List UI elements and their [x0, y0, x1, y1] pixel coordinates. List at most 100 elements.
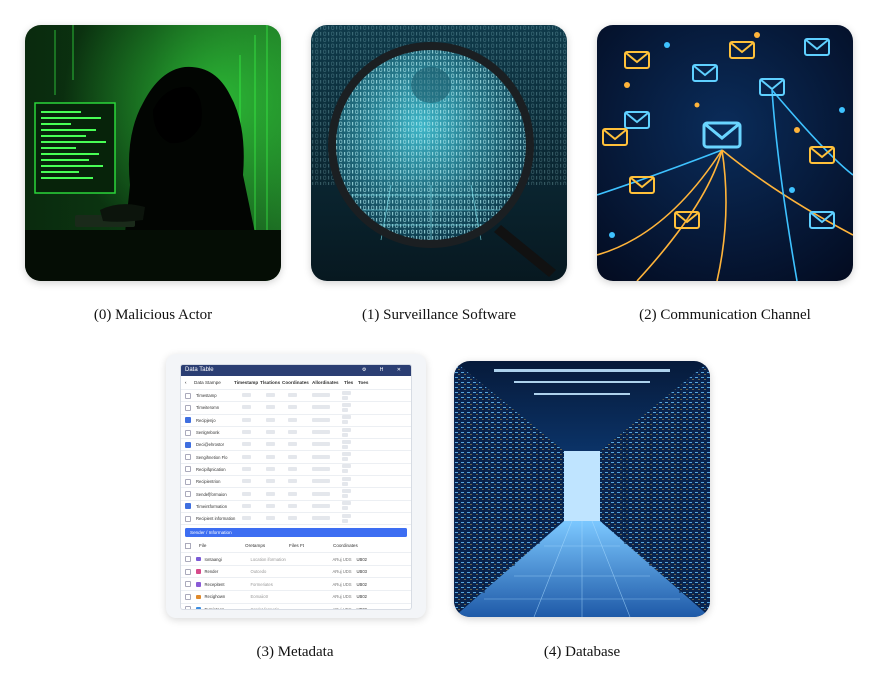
row-cell-placeholder [342, 390, 360, 401]
row-name: Recipientrion [196, 479, 221, 485]
section-row-unit: ARuj UDS [332, 606, 352, 610]
row-cell-placeholder [288, 393, 312, 398]
row-checkbox[interactable] [185, 441, 191, 448]
row-cell-placeholder [312, 442, 342, 447]
table-row[interactable]: Recipjenjo [181, 415, 411, 427]
row-checkbox[interactable] [185, 515, 191, 522]
table-row[interactable]: Sengihnetion Flo [181, 451, 411, 464]
file-icon [196, 594, 201, 600]
section-row-name: Evmietaon [204, 606, 225, 610]
row-cell-placeholder [266, 503, 288, 509]
row-cell-placeholder [242, 491, 266, 497]
row-cell-placeholder [288, 430, 312, 435]
row-checkbox[interactable] [185, 392, 191, 399]
window-controls: ⚙ H ✕ [361, 367, 407, 373]
row-cell-placeholder [342, 415, 360, 425]
section-row-code: UB02 [356, 556, 367, 562]
row-checkbox[interactable] [185, 606, 191, 609]
row-cell-placeholder [288, 454, 312, 460]
section-row[interactable]: Recighown Eomaiiotr ARuj UDS UB02 [181, 591, 411, 604]
section-row[interactable]: Render Outcedo ARuj UDS UB03 [181, 566, 411, 579]
section-row-code: UB02 [356, 594, 367, 600]
table-row[interactable]: Timeintformation [181, 501, 411, 513]
row-cell-placeholder [242, 479, 266, 484]
row-checkbox[interactable] [185, 404, 191, 411]
table-row[interactable]: Timeiteromn [181, 402, 411, 415]
row-cell-placeholder [288, 442, 312, 447]
row-checkbox[interactable] [185, 503, 191, 510]
data-table-titlebar: Data Table ⚙ H ✕ [181, 365, 411, 376]
row-cell-placeholder [288, 417, 312, 423]
section-row-value: Outcedo [250, 569, 267, 575]
section-row[interactable]: Evmietaon Gsrdet formatin ARuj UDS UB02 [181, 604, 411, 610]
section-row[interactable]: Iontaangi Location iformation ARuj UDS UB02 [181, 553, 411, 566]
row-cell-placeholder [312, 479, 342, 484]
row-checkbox[interactable] [185, 466, 191, 473]
section-row-value: Gsrdet formatin [250, 606, 280, 610]
row-cell-placeholder [288, 516, 312, 521]
row-cell-placeholder [312, 503, 342, 509]
table-row[interactable]: Recipient information [181, 513, 411, 526]
row-cell-placeholder [312, 393, 342, 398]
row-cell-placeholder [312, 454, 342, 460]
table-row[interactable]: Deci@ehrostor [181, 439, 411, 452]
row-name: Recipient information [196, 516, 236, 522]
row-checkbox[interactable] [185, 417, 191, 424]
row-cell-placeholder [312, 466, 342, 472]
row-name: Senlgrebonk [196, 430, 220, 436]
row-cell-placeholder [342, 489, 360, 499]
section-row-name: Iontaangi [204, 556, 222, 562]
row-cell-placeholder [242, 466, 266, 472]
row-cell-placeholder [266, 516, 288, 521]
section-row-code: UB02 [356, 581, 367, 587]
database-image [454, 361, 710, 617]
row-cell-placeholder [242, 516, 266, 521]
table-row[interactable]: Timestamp [181, 390, 411, 403]
row-checkbox[interactable] [185, 491, 191, 498]
section-row-value: Formeriates [250, 581, 273, 587]
row-cell-placeholder [242, 454, 266, 460]
table-row[interactable]: Sendef|formaion [181, 488, 411, 501]
caption-communication-channel: (2) Communication Channel [639, 307, 811, 323]
section-row-unit: ARuj UDS [332, 594, 352, 600]
metadata-image: Data Table ⚙ H ✕ ‹ Data Stampe Timestamp… [166, 354, 426, 618]
row-cell-placeholder [342, 501, 360, 511]
row-cell-placeholder [242, 417, 266, 423]
row-name: Recipifqnication [196, 466, 226, 472]
row-checkbox[interactable] [185, 429, 191, 436]
row-cell-placeholder [342, 427, 360, 438]
row-checkbox[interactable] [185, 593, 191, 600]
row-cell-placeholder [242, 393, 266, 398]
caption-database: (4) Database [543, 644, 621, 660]
row-cell-placeholder [242, 430, 266, 435]
row-checkbox[interactable] [185, 478, 191, 485]
table-row[interactable]: Recipifqnication [181, 464, 411, 477]
section-bar: Sender / Information [185, 528, 407, 538]
row-cell-placeholder [266, 466, 288, 472]
row-name: Timestamp [196, 393, 217, 399]
row-cell-placeholder [288, 503, 312, 509]
section-row-name: Recepitent [204, 581, 225, 587]
row-checkbox[interactable] [185, 556, 191, 563]
file-icon [196, 607, 201, 609]
table-row[interactable]: Recipientrion [181, 476, 411, 489]
row-checkbox[interactable] [185, 568, 191, 575]
row-cell-placeholder [242, 405, 266, 410]
section-row-value: Eomaiiotr [250, 594, 269, 600]
section-row[interactable]: Recepitent Formeriates ARuj UDS UB02 [181, 578, 411, 592]
surveillance-software-image [311, 25, 567, 281]
row-cell-placeholder [288, 479, 312, 484]
caption-surveillance-software: (1) Surveillance Software [361, 307, 517, 323]
row-cell-placeholder [312, 491, 342, 497]
file-icon [196, 582, 201, 587]
row-cell-placeholder [312, 405, 342, 410]
table-row[interactable]: Senlgrebonk [181, 427, 411, 440]
row-cell-placeholder [288, 466, 312, 472]
row-cell-placeholder [342, 513, 360, 524]
data-table-rows: Timestamp Timeiteromn Recipjenjo Senlgrebon… [181, 390, 411, 526]
data-table-title: Data Table [185, 367, 214, 373]
row-cell-placeholder [288, 405, 312, 410]
row-checkbox[interactable] [185, 454, 191, 461]
row-checkbox[interactable] [185, 581, 191, 588]
section-row-unit: ARuj UDS [332, 556, 352, 562]
